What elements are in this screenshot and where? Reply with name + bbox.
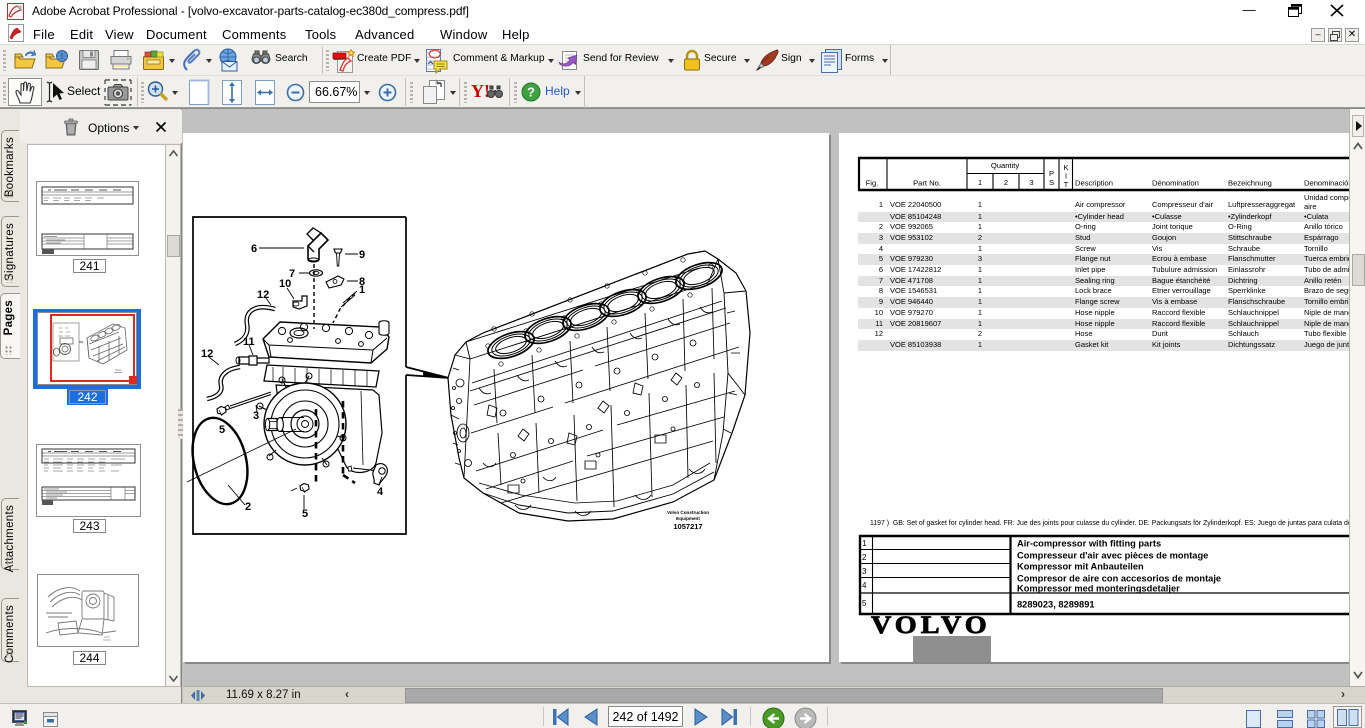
svg-text:P: P bbox=[1049, 169, 1054, 178]
svg-text:Quantity: Quantity bbox=[991, 161, 1019, 170]
svg-text:4: 4 bbox=[862, 581, 867, 590]
svg-text:2: 2 bbox=[862, 553, 867, 562]
svg-text:Dénomination: Dénomination bbox=[1152, 179, 1199, 188]
svg-text:1: 1 bbox=[978, 178, 982, 187]
svg-text:T: T bbox=[1064, 180, 1069, 189]
svg-text:1057217: 1057217 bbox=[673, 522, 702, 531]
svg-text:Equipment: Equipment bbox=[676, 516, 700, 521]
svg-text:?: ? bbox=[527, 85, 535, 100]
svg-text:Compresseur d'air avec pièces: Compresseur d'air avec pièces de montage bbox=[1017, 551, 1208, 561]
svg-text:2: 2 bbox=[1004, 178, 1008, 187]
svg-text:3: 3 bbox=[862, 567, 867, 576]
svg-text:Fig.: Fig. bbox=[866, 179, 879, 188]
svg-text:Compresor de aire con accesori: Compresor de aire con accesorios de mont… bbox=[1017, 574, 1221, 584]
svg-text:5: 5 bbox=[862, 599, 867, 608]
svg-text:12: 12 bbox=[201, 348, 213, 360]
svg-text:Air-compressor with fitting pa: Air-compressor with fitting parts bbox=[1017, 539, 1161, 549]
svg-text:9: 9 bbox=[359, 249, 365, 261]
svg-text:Bezeichnung: Bezeichnung bbox=[1228, 179, 1272, 188]
svg-text:3: 3 bbox=[253, 410, 259, 422]
svg-text:Kompressor mit Anbauteilen: Kompressor mit Anbauteilen bbox=[1017, 562, 1144, 572]
svg-text:Denominación: Denominación bbox=[1304, 179, 1349, 188]
svg-text:2: 2 bbox=[245, 501, 251, 513]
svg-text:8289023, 8289891: 8289023, 8289891 bbox=[1017, 600, 1095, 610]
svg-text:5: 5 bbox=[302, 508, 308, 520]
svg-text:10: 10 bbox=[279, 278, 291, 290]
svg-text:Description: Description bbox=[1075, 179, 1113, 188]
svg-text:6: 6 bbox=[251, 243, 257, 255]
svg-text:Volvo Construction: Volvo Construction bbox=[667, 510, 709, 515]
svg-text:1: 1 bbox=[359, 284, 365, 296]
svg-text:5: 5 bbox=[219, 424, 225, 436]
svg-text:4: 4 bbox=[377, 486, 384, 498]
svg-text:Kompressor med monteringsdetal: Kompressor med monteringsdetaljer bbox=[1017, 584, 1180, 594]
svg-text:3: 3 bbox=[1029, 178, 1033, 187]
svg-text:11: 11 bbox=[243, 336, 255, 348]
svg-text:S: S bbox=[1049, 178, 1054, 187]
svg-text:1: 1 bbox=[862, 539, 867, 548]
svg-text:12: 12 bbox=[257, 289, 269, 301]
svg-text:Part No.: Part No. bbox=[913, 179, 941, 188]
